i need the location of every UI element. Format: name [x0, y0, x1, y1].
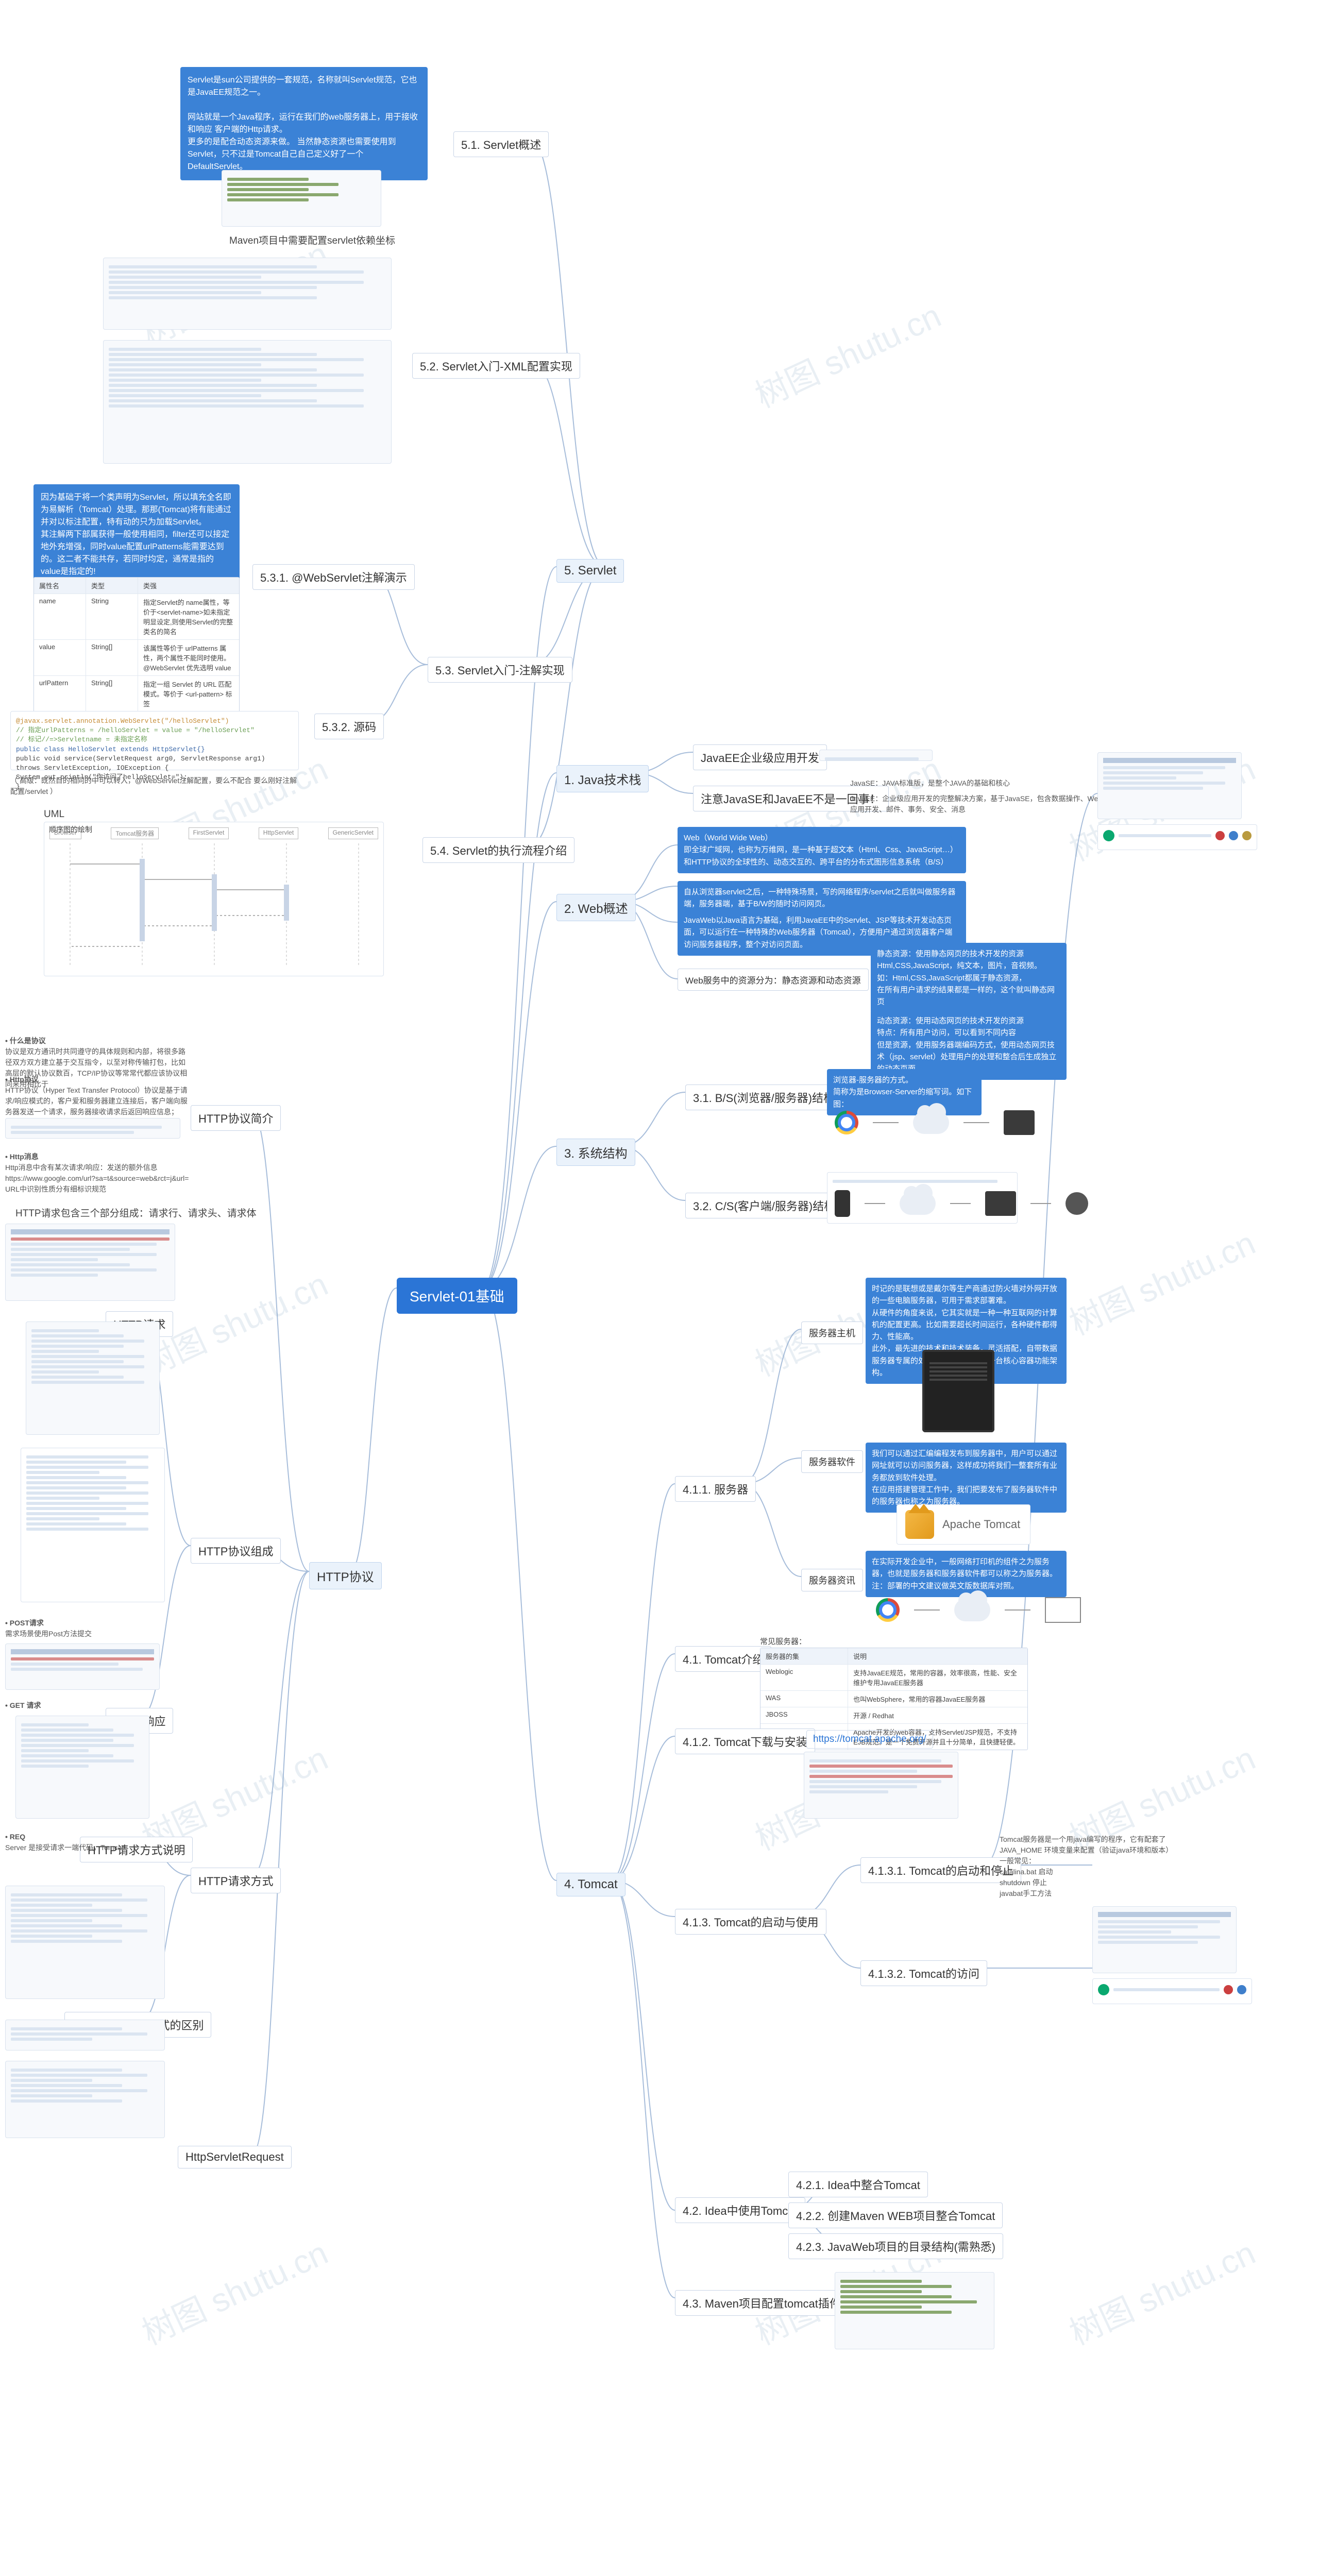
http-method-shot1	[5, 1886, 165, 1999]
node-43[interactable]: 4.3. Maven项目配置tomcat插件	[675, 2290, 849, 2316]
node-javatech[interactable]: 1. Java技术栈	[556, 765, 649, 792]
node-servlet-3b[interactable]: 5.3.2. 源码	[314, 714, 384, 739]
node-423[interactable]: 4.2.3. JavaWeb项目的目录结构(需熟悉)	[788, 2233, 1003, 2259]
bs-note: 浏览器-服务器的方式。 简称为是Browser-Server的缩写词。如下图：	[827, 1069, 982, 1115]
node-bs[interactable]: 3.1. B/S(浏览器/服务器)结构	[685, 1084, 842, 1110]
http-req-shot3	[21, 1448, 165, 1602]
node-cs[interactable]: 3.2. C/S(客户端/服务器)结构	[685, 1193, 843, 1218]
node-412-url[interactable]: https://tomcat.apache.org/	[806, 1730, 933, 1749]
http-m2: • GET 请求	[5, 1700, 191, 1711]
node-http-compose[interactable]: HTTP协议组成	[191, 1538, 281, 1564]
servlet-5-1-code	[222, 170, 381, 227]
uml-caption: 顺序图的绘制	[49, 824, 92, 835]
servlet-5-3a-blue: 因为基础于将一个类声明为Servlet，所以填充全名即为易解析（Tomcat）处…	[33, 484, 240, 585]
node-421[interactable]: 4.2.1. Idea中整合Tomcat	[788, 2172, 928, 2197]
far-shot-2	[1097, 824, 1257, 850]
node-411-verb-illus	[876, 1597, 1081, 1623]
node-412-shot	[804, 1752, 958, 1819]
node-http-method[interactable]: HTTP请求方式	[191, 1868, 281, 1893]
http-req-shot2	[26, 1321, 160, 1435]
node-411-verb-t: 在实际开发企业中，一般网络打印机的组件之为服务器，也就是服务器和服务器软件都可以…	[866, 1551, 1067, 1597]
javatech-1-shot	[819, 750, 933, 761]
node-4131-t: Tomcat服务器是一个用java编写的程序，它有配套了 JAVA_HOME 环…	[1000, 1834, 1206, 1899]
bs-illus	[835, 1110, 1035, 1135]
http-hurl: • Http消息 Http消息中含有某次请求/响应：发送的额外信息 https:…	[5, 1151, 191, 1195]
tomcat-common: 常见服务器：	[760, 1636, 806, 1647]
node-servlet-2[interactable]: 5.2. Servlet入门-XML配置实现	[412, 353, 580, 379]
node-411[interactable]: 4.1.1. 服务器	[675, 1476, 756, 1502]
node-411-soft[interactable]: 服务器软件	[801, 1450, 863, 1473]
node-43-shot	[835, 2272, 994, 2349]
far-shot-3	[1092, 1906, 1237, 1973]
watermark: 树图 shutu.cn	[133, 2227, 334, 2354]
node-javatech-1[interactable]: JavaEE企业级应用开发	[693, 744, 827, 770]
node-411-host[interactable]: 服务器主机	[801, 1321, 863, 1344]
web-static[interactable]: Web服务中的资源分为：静态资源和动态资源	[678, 969, 869, 991]
http-get-shot1	[5, 2020, 165, 2050]
node-tomcat[interactable]: 4. Tomcat	[556, 1873, 625, 1896]
node-http[interactable]: HTTP协议	[309, 1562, 382, 1589]
http-get-shot2	[5, 2061, 165, 2138]
node-411-soft-t: 我们可以通过汇编编程发布到服务器中，用户可以通过网址就可以访问服务器，这样成功将…	[866, 1443, 1067, 1513]
node-411-verb[interactable]: 服务器资讯	[801, 1569, 863, 1591]
node-422[interactable]: 4.2.2. 创建Maven WEB项目整合Tomcat	[788, 2202, 1003, 2228]
far-shot-1	[1097, 752, 1242, 819]
servlet-5-2-code1	[103, 258, 392, 330]
javatech-2-d1: JavaSE：JAVA标准版，是整个JAVA的基础和核心	[850, 778, 1108, 789]
node-412[interactable]: 4.1.2. Tomcat下载与安装	[675, 1728, 815, 1754]
node-41[interactable]: 4.1. Tomcat介绍	[675, 1646, 771, 1672]
node-http-intro[interactable]: HTTP协议简介	[191, 1105, 281, 1131]
http-resp-shot	[5, 1643, 160, 1690]
node-4132[interactable]: 4.1.3.2. Tomcat的访问	[860, 1960, 987, 1986]
javatech-2-d2: JavaEE：企业级应用开发的完整解决方案，基于JavaSE，包含数据操作、We…	[850, 793, 1108, 815]
server-img	[922, 1350, 994, 1432]
web-b1: Web（World Wide Web） 即全球广域网，也称为万维网，是一种基于超…	[678, 827, 966, 873]
servlet-5-3b-code: @javax.servlet.annotation.WebServlet("/h…	[10, 711, 299, 770]
node-413[interactable]: 4.1.3. Tomcat的启动与使用	[675, 1909, 826, 1935]
node-42[interactable]: 4.2. Idea中使用Tomcat	[675, 2197, 805, 2223]
cs-illus	[835, 1190, 1088, 1217]
watermark: 树图 shutu.cn	[747, 290, 948, 417]
tomcat-logo: Apache Tomcat	[897, 1504, 1030, 1545]
http-resp-shot2	[15, 1716, 149, 1819]
servlet-5-3b-note: （ 高级：既然目的相同的中可以转入，@WebServlet注解配置，要么不配合 …	[10, 775, 299, 797]
node-servlet[interactable]: 5. Servlet	[556, 559, 624, 583]
root-node[interactable]: Servlet-01基础	[397, 1278, 517, 1314]
far-shot-4	[1092, 1978, 1252, 2004]
uml-diagram: Browser Tomcat服务器 FirstServlet HttpServl…	[44, 822, 384, 976]
web-static-t: 静态资源：使用静态网页的技术开发的资源 Html,CSS,JavaScript，…	[871, 943, 1067, 1013]
node-servlet-3a[interactable]: 5.3.1. @WebServlet注解演示	[252, 564, 415, 590]
node-web[interactable]: 2. Web概述	[556, 894, 636, 921]
node-sysarch[interactable]: 3. 系统结构	[556, 1139, 635, 1166]
http-reqtitle: HTTP请求包含三个部分组成：请求行、请求头、请求体	[15, 1206, 257, 1219]
servlet-5-1-cap: Maven项目中需要配置servlet依赖坐标	[229, 233, 395, 247]
servlet-5-1-blue: Servlet是sun公司提供的一套规范，名称就叫Servlet规范，它也是Ja…	[180, 67, 428, 180]
http-m1: • POST请求 需求场景使用Post方法提交	[5, 1618, 191, 1639]
uml-label: UML	[44, 809, 64, 820]
node-http-servletreq[interactable]: HttpServletRequest	[178, 2146, 292, 2168]
node-4131[interactable]: 4.1.3.1. Tomcat的启动和停止	[860, 1857, 1021, 1883]
http-m3: • REQ Server 是接受请求一端代码，Tomcat	[5, 1832, 191, 1853]
node-servlet-3[interactable]: 5.3. Servlet入门-注解实现	[428, 657, 572, 683]
watermark: 树图 shutu.cn	[1061, 2227, 1262, 2354]
http-intro-shot	[5, 1118, 180, 1139]
node-servlet-4[interactable]: 5.4. Servlet的执行流程介绍	[422, 837, 574, 863]
node-servlet-1[interactable]: 5.1. Servlet概述	[453, 131, 549, 157]
servlet-5-2-code2	[103, 340, 392, 464]
http-req-shot1	[5, 1224, 175, 1301]
watermark: 树图 shutu.cn	[1061, 1217, 1262, 1344]
